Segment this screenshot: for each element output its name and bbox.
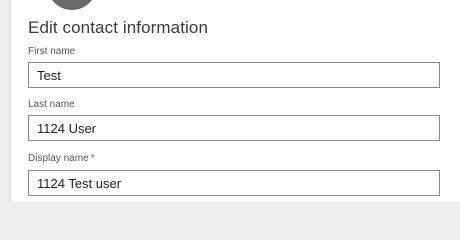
display-name-label-row: Display name * bbox=[28, 153, 95, 164]
edit-contact-panel: Edit contact information First name Last… bbox=[10, 0, 460, 202]
first-name-label: First name bbox=[28, 46, 76, 57]
avatar bbox=[47, 0, 97, 10]
first-name-field[interactable] bbox=[28, 62, 440, 88]
required-marker: * bbox=[90, 153, 95, 164]
last-name-field[interactable] bbox=[28, 115, 440, 141]
display-name-field[interactable] bbox=[28, 170, 440, 196]
page-title: Edit contact information bbox=[28, 18, 209, 37]
display-name-label: Display name bbox=[28, 153, 89, 164]
last-name-label: Last name bbox=[28, 99, 75, 110]
